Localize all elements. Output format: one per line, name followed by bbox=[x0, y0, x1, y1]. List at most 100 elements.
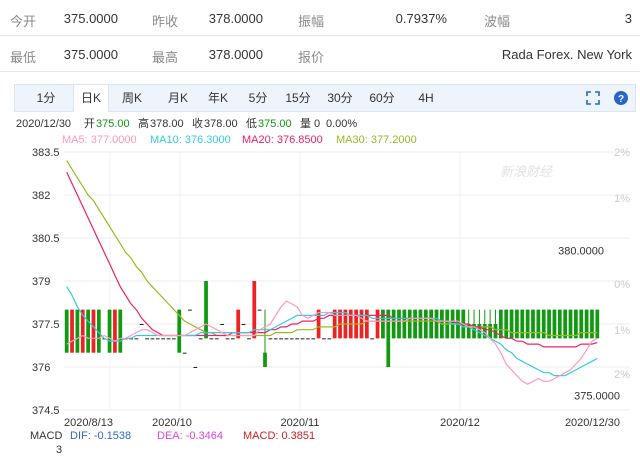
candle-body bbox=[182, 352, 187, 354]
candle-body bbox=[413, 309, 417, 339]
candle-body bbox=[86, 309, 90, 353]
macd-dea: DEA: -0.3464 bbox=[157, 430, 223, 442]
tab-60min[interactable]: 60分 bbox=[365, 85, 399, 111]
tab-4h[interactable]: 4H bbox=[411, 85, 441, 111]
candle-body bbox=[590, 309, 594, 339]
quote-row-2: 最低 375.0000 最高 378.0000 报价 Rada Forex. N… bbox=[0, 36, 640, 72]
candle-body bbox=[241, 324, 246, 325]
y-tick-label: 377.5 bbox=[32, 319, 60, 331]
info-open: 375.00 bbox=[96, 118, 130, 130]
candle-body bbox=[295, 338, 300, 340]
candle-body bbox=[107, 309, 112, 353]
candle-body bbox=[236, 309, 241, 339]
candle-body bbox=[204, 281, 208, 339]
fullscreen-icon[interactable] bbox=[585, 90, 601, 106]
tab-1min[interactable]: 1分 bbox=[29, 85, 63, 111]
x-axis: 2020/8/13 2020/10 2020/11 2020/12 2020/12/30 bbox=[64, 417, 620, 429]
pct-axis: 2% 1% 0% 1% 2% bbox=[614, 147, 630, 381]
tab-5min[interactable]: 5分 bbox=[243, 85, 273, 111]
info-close-label: 收 bbox=[192, 116, 203, 130]
candle-body bbox=[381, 309, 385, 339]
macd-sub-value: 3 bbox=[56, 444, 62, 456]
tab-weekly-k[interactable]: 周K bbox=[115, 85, 149, 111]
help-icon[interactable]: ? bbox=[613, 90, 629, 106]
pct-tick-label: 0% bbox=[614, 279, 630, 291]
info-open-label: 开 bbox=[84, 118, 95, 130]
candle-body bbox=[509, 309, 514, 339]
tab-30min[interactable]: 30分 bbox=[323, 85, 357, 111]
x-tick-label: 2020/11 bbox=[281, 417, 320, 429]
x-tick-label: 2020/10 bbox=[152, 417, 192, 429]
y-tick-label: 382 bbox=[32, 190, 50, 202]
candle-body bbox=[552, 309, 557, 339]
info-high: 378.00 bbox=[150, 118, 184, 130]
candle-body bbox=[172, 338, 176, 340]
ma-lines bbox=[66, 160, 598, 385]
candle-body bbox=[268, 338, 273, 340]
info-high-label: 高 bbox=[138, 116, 149, 130]
candle-body bbox=[198, 338, 203, 340]
candle-body bbox=[257, 309, 262, 311]
candle-body bbox=[370, 338, 375, 340]
candle-body bbox=[584, 309, 589, 339]
candle-body bbox=[193, 367, 198, 368]
quote-panel: 今开 375.0000 昨收 378.0000 振幅 0.7937% 波幅 3 … bbox=[0, 0, 640, 72]
candle-body bbox=[493, 324, 498, 339]
candle-body bbox=[322, 338, 326, 340]
open-label: 今开 bbox=[10, 14, 37, 29]
macd-label: MACD bbox=[30, 430, 62, 442]
candle-body bbox=[434, 309, 439, 339]
quoter-value: Rada Forex. New York bbox=[501, 47, 632, 62]
macd-legend: MACD DIF: -0.1538 DEA: -0.3464 MACD: 0.3… bbox=[30, 430, 315, 456]
candle-body bbox=[311, 338, 316, 340]
y-tick-label: 374.5 bbox=[32, 405, 60, 417]
wave-value: 3 bbox=[624, 11, 632, 26]
candle-body bbox=[391, 309, 396, 339]
prev-close-label: 昨收 bbox=[152, 14, 179, 29]
tab-yearly-k[interactable]: 年K bbox=[201, 85, 235, 111]
tab-15min[interactable]: 15分 bbox=[281, 85, 315, 111]
candle-body bbox=[520, 309, 525, 339]
candle-body bbox=[316, 309, 321, 339]
y-axis: 383.5 382 380.5 379 377.5 376 374.5 bbox=[32, 147, 60, 417]
pct-tick-label: 2% bbox=[614, 147, 630, 159]
info-change: 0.00% bbox=[326, 118, 357, 130]
min-price-label: 375.0000 bbox=[574, 391, 620, 403]
kline-chart: 2020/12/30 开 375.00 高 378.00 收 378.00 低 … bbox=[16, 116, 630, 456]
prev-close-value: 378.0000 bbox=[208, 11, 263, 26]
pct-tick-label: 2% bbox=[614, 369, 630, 381]
candle-body bbox=[498, 309, 503, 339]
candle-body bbox=[504, 309, 509, 339]
candle-body bbox=[64, 309, 69, 353]
candle-body bbox=[477, 324, 482, 339]
candle-body bbox=[220, 324, 224, 325]
quote-row-1: 今开 375.0000 昨收 378.0000 振幅 0.7937% 波幅 3 bbox=[0, 0, 640, 36]
candle-body bbox=[134, 338, 139, 340]
info-volume-label: 量 bbox=[300, 117, 311, 130]
x-tick-label: 2020/8/13 bbox=[64, 417, 113, 429]
candle-body bbox=[91, 309, 96, 353]
candle-body bbox=[429, 309, 434, 339]
ma10-legend: MA10: 376.3000 bbox=[150, 134, 231, 146]
y-tick-label: 380.5 bbox=[32, 233, 60, 245]
tab-monthly-k[interactable]: 月K bbox=[161, 85, 195, 111]
info-volume: 0 bbox=[314, 118, 320, 130]
y-tick-label: 383.5 bbox=[32, 147, 60, 159]
candle-body bbox=[75, 309, 80, 353]
candle-body bbox=[375, 309, 380, 339]
candle-body bbox=[423, 309, 428, 339]
candle-body bbox=[332, 309, 337, 339]
candle-body bbox=[407, 309, 412, 339]
open-value: 375.0000 bbox=[63, 11, 118, 26]
tab-daily-k[interactable]: 日K bbox=[73, 85, 109, 112]
chart-gridlines bbox=[64, 151, 630, 411]
candle-body bbox=[541, 309, 546, 339]
wave-label: 波幅 bbox=[484, 14, 511, 29]
candle-body bbox=[327, 338, 332, 340]
candle-body bbox=[155, 338, 160, 340]
candle-body bbox=[209, 338, 214, 340]
amplitude-value: 0.7937% bbox=[395, 11, 447, 26]
candle-body bbox=[188, 309, 192, 311]
watermark-text: 新浪财经 bbox=[500, 164, 554, 179]
candle-body bbox=[531, 309, 535, 339]
